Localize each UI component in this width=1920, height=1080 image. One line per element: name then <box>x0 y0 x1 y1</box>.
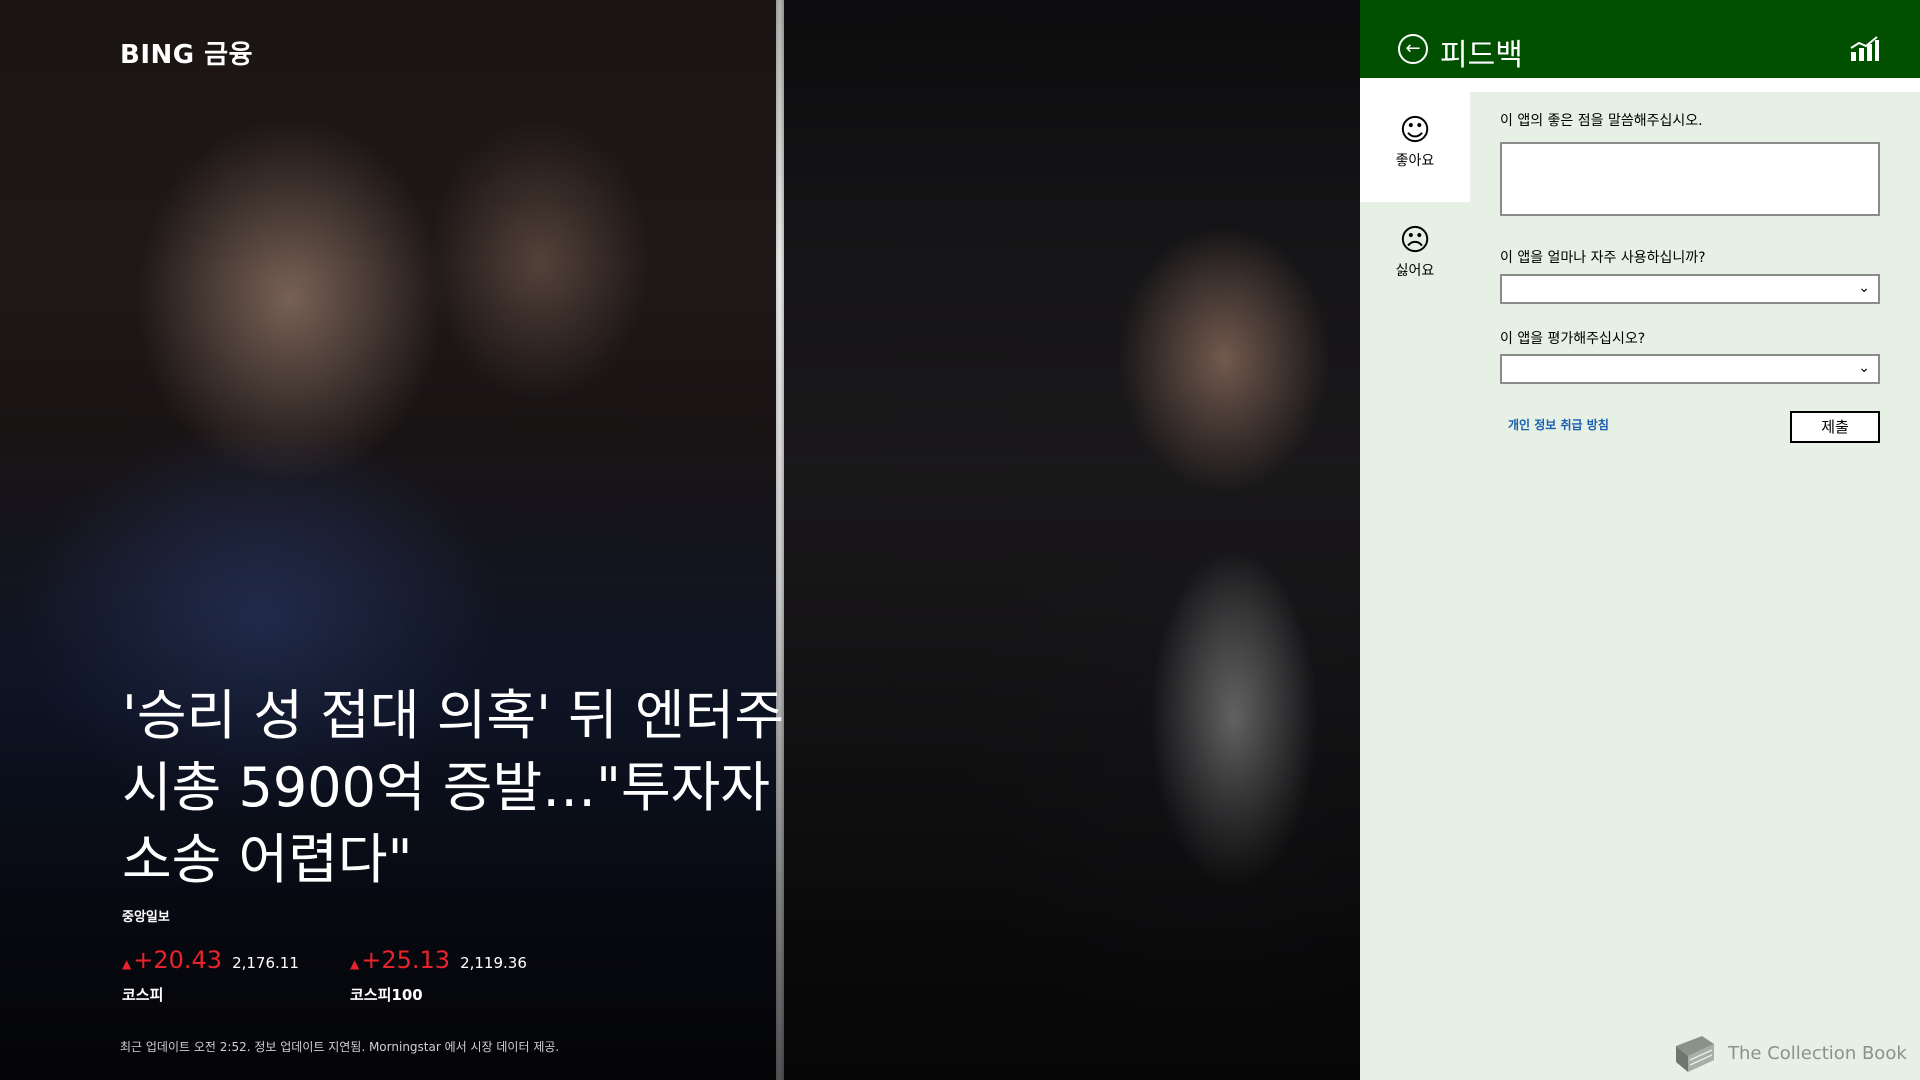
headline-line: 소송 어렵다" <box>122 828 413 891</box>
up-arrow-icon: ▲ <box>350 957 360 971</box>
privacy-policy-link[interactable]: 개인 정보 취급 방침 <box>1508 416 1609 433</box>
pane-header: ← 피드백 <box>1360 0 1920 78</box>
ticker-kospi[interactable]: ▲ +20.43 2,176.11 코스피 <box>122 946 299 1005</box>
ticker-name: 코스피 <box>122 986 164 1004</box>
watermark-text: The Collection Book <box>1728 1042 1907 1064</box>
chevron-down-icon: ⌄ <box>1858 360 1870 376</box>
chart-icon[interactable] <box>1850 36 1880 62</box>
headline-line: 시총 5900억 증발…"투자자 <box>122 756 771 819</box>
frown-face-icon: ☹ <box>1399 223 1431 258</box>
headline-line: '승리 성 접대 의혹' 뒤 엔터주 <box>122 684 784 747</box>
rating-dropdown[interactable]: ⌄ <box>1500 354 1880 384</box>
tab-label: 좋아요 <box>1395 153 1435 169</box>
ticker-value: 2,119.36 <box>460 954 527 972</box>
back-arrow-circle-icon[interactable]: ← <box>1398 34 1428 64</box>
ticker-change: +20.43 <box>133 946 223 974</box>
ticker-change: +25.13 <box>361 946 451 974</box>
update-footnote: 최근 업데이트 오전 2:52. 정보 업데이트 지연됨. Morningsta… <box>120 1040 560 1054</box>
book-icon <box>1676 1036 1714 1072</box>
article-source: 중앙일보 <box>122 910 170 925</box>
tab-label: 싫어요 <box>1395 263 1435 279</box>
headline[interactable]: '승리 성 접대 의혹' 뒤 엔터주 시총 5900억 증발…"투자자 소송 어… <box>122 680 882 896</box>
question-frequency: 이 앱을 얼마나 자주 사용하십니까? <box>1500 250 1706 266</box>
up-arrow-icon: ▲ <box>122 957 132 971</box>
ticker-kospi100[interactable]: ▲ +25.13 2,119.36 코스피100 <box>350 946 527 1005</box>
submit-button[interactable]: 제출 <box>1790 411 1880 443</box>
tab-like[interactable]: ☺ 좋아요 <box>1360 92 1470 202</box>
ticker-name: 코스피100 <box>350 986 423 1004</box>
hero-panel[interactable]: BING 금융 '승리 성 접대 의혹' 뒤 엔터주 시총 5900억 증발…"… <box>0 0 1360 1080</box>
frequency-dropdown[interactable]: ⌄ <box>1500 274 1880 304</box>
app-title: BING 금융 <box>120 40 253 70</box>
watermark: The Collection Book <box>1668 1030 1907 1076</box>
question-rating: 이 앱을 평가해주십시오? <box>1500 331 1646 347</box>
pane-header-stripe <box>1360 78 1920 92</box>
smile-face-icon: ☺ <box>1399 113 1431 148</box>
pane-title: 피드백 <box>1440 38 1523 73</box>
chevron-down-icon: ⌄ <box>1858 280 1870 296</box>
question-good-points: 이 앱의 좋은 점을 말씀해주십시오. <box>1500 113 1703 129</box>
hero-shade <box>0 0 1360 1080</box>
tab-dislike[interactable]: ☹ 싫어요 <box>1360 202 1470 312</box>
good-points-textarea[interactable] <box>1500 142 1880 216</box>
ticker-value: 2,176.11 <box>232 954 299 972</box>
feedback-type-tabs: ☺ 좋아요 ☹ 싫어요 <box>1360 92 1470 1080</box>
